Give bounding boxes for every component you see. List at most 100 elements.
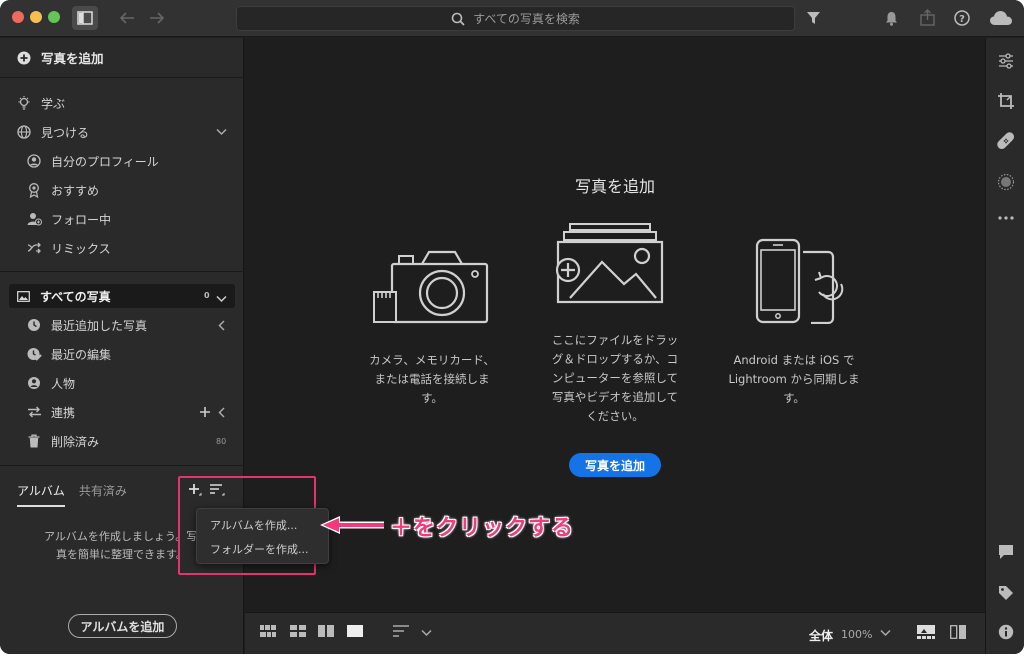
sidebar-item-connections[interactable]: 連携 (0, 400, 244, 424)
chevron-left-icon[interactable] (218, 407, 225, 421)
text-line: Lightroom から同期しま (728, 372, 860, 386)
connect-device-text: カメラ、メモリカード、 または電話を接続しま す。 (357, 351, 507, 408)
sidebar-item-recommended[interactable]: おすすめ (0, 178, 244, 202)
sidebar-item-all-photos[interactable]: すべての写真 0 (9, 284, 235, 308)
zoom-fit-label[interactable]: 全体 (809, 627, 833, 644)
drag-drop-text: ここにファイルをドラッ グ＆ドロップするか、コ ンピューターを参照して 写真やビ… (535, 331, 695, 426)
chevron-down-icon[interactable] (421, 629, 432, 637)
comment-icon[interactable] (996, 542, 1016, 562)
tab-album[interactable]: アルバム (17, 482, 65, 507)
zoom-value[interactable]: 100% (841, 628, 872, 641)
zoom-window-button[interactable] (48, 11, 60, 23)
tag-icon[interactable] (996, 583, 1016, 603)
text-line: ンピューターを参照して (551, 371, 679, 385)
add-photos-button[interactable]: 写真を追加 (569, 453, 661, 477)
info-icon[interactable] (996, 622, 1016, 642)
chevron-left-icon[interactable] (218, 320, 225, 334)
sidebar-item-label: リミックス (51, 241, 111, 256)
user-circle-icon (26, 153, 42, 169)
add-photo-button[interactable]: 写真を追加 (0, 38, 244, 78)
search-icon (451, 12, 465, 26)
sidebar-item-learn[interactable]: 学ぶ (0, 91, 244, 115)
sidebar-item-recent-edits[interactable]: 最近の編集 (0, 342, 244, 366)
right-toolbar (985, 38, 1024, 654)
svg-text:?: ? (959, 14, 965, 25)
search-input[interactable]: すべての写真を検索 (236, 6, 795, 31)
plus-icon[interactable] (199, 406, 211, 421)
add-photos-stack-icon (555, 223, 664, 304)
compare-view-icon[interactable] (950, 625, 966, 639)
annotation-text: ＋をクリックする (390, 516, 575, 541)
edit-clock-icon (26, 346, 42, 362)
text-line: グ＆ドロップするか、コ (551, 352, 679, 366)
plus-circle-icon (17, 51, 31, 64)
create-context-menu: アルバムを作成... フォルダーを作成... (196, 508, 329, 564)
deleted-count: 80 (216, 437, 227, 446)
chevron-down-icon[interactable] (880, 629, 891, 637)
globe-icon (16, 124, 32, 140)
annotation-arrow-icon (320, 516, 384, 534)
text-line: または電話を接続しま (374, 372, 490, 386)
forward-arrow-icon[interactable] (148, 9, 166, 27)
text-line: ください。 (586, 409, 644, 423)
sidebar-item-label: 連携 (51, 405, 76, 420)
add-photo-label: 写真を追加 (41, 51, 104, 66)
help-icon[interactable]: ? (953, 9, 971, 27)
more-icon[interactable] (996, 208, 1016, 228)
bottom-toolbar: 全体 100% (245, 612, 985, 654)
sidebar-toggle-icon[interactable] (72, 6, 98, 30)
sidebar-item-discover[interactable]: 見つける (0, 120, 244, 144)
sidebar-item-following[interactable]: フォロー中 (0, 207, 244, 231)
single-view-icon[interactable] (347, 625, 363, 637)
menu-item-create-album[interactable]: アルバムを作成... (210, 517, 297, 533)
search-placeholder: すべての写真を検索 (473, 12, 580, 26)
divider (0, 465, 244, 466)
sidebar-item-people[interactable]: 人物 (0, 371, 244, 395)
app-window: すべての写真を検索 ? 写真を追加 学ぶ 見つける 自分のプロフィール おすすめ… (0, 0, 1024, 654)
back-arrow-icon[interactable] (118, 9, 136, 27)
detail-view-icon[interactable] (318, 625, 334, 637)
sidebar-item-label: 学ぶ (41, 96, 66, 111)
sort-lines-icon[interactable] (393, 625, 409, 637)
clock-icon (26, 317, 42, 333)
masking-icon[interactable] (996, 172, 1016, 192)
divider (0, 271, 244, 272)
sidebar-item-label: 人物 (51, 376, 76, 391)
album-tabs: アルバム 共有済み (17, 482, 127, 507)
grid-small-icon[interactable] (260, 625, 276, 637)
phone-sync-icon (755, 238, 844, 324)
filmstrip-icon[interactable] (917, 625, 935, 639)
sidebar-item-label: 最近追加した写真 (51, 318, 148, 333)
sidebar-item-deleted[interactable]: 削除済み 80 (0, 429, 244, 453)
text-line: カメラ、メモリカード、 (369, 353, 495, 367)
close-window-button[interactable] (12, 11, 24, 23)
sidebar-item-label: すべての写真 (40, 289, 111, 304)
titlebar: すべての写真を検索 ? (0, 0, 1024, 37)
grid-square-icon[interactable] (290, 625, 306, 637)
sidebar-item-label: 見つける (41, 125, 90, 140)
sidebar-item-label: おすすめ (51, 183, 100, 198)
menu-item-create-folder[interactable]: フォルダーを作成... (210, 541, 309, 557)
crop-icon[interactable] (996, 91, 1016, 111)
share-icon[interactable] (918, 8, 936, 26)
minimize-window-button[interactable] (30, 11, 42, 23)
text-line: す。 (421, 391, 443, 405)
mobile-sync-text: Android または iOS で Lightroom から同期しま す。 (719, 351, 869, 408)
photo-icon (17, 290, 30, 302)
filter-icon[interactable] (805, 10, 821, 26)
remix-icon (26, 240, 42, 256)
chevron-down-icon[interactable] (216, 292, 227, 306)
text-line: 写真やビデオを追加して (551, 390, 679, 404)
sidebar-item-recently-added[interactable]: 最近追加した写真 (0, 313, 244, 337)
sidebar-item-remix[interactable]: リミックス (0, 236, 244, 260)
bell-icon[interactable] (883, 10, 899, 26)
add-album-button[interactable]: アルバムを追加 (68, 614, 177, 638)
healing-bandage-icon[interactable] (996, 131, 1016, 151)
sidebar-item-profile[interactable]: 自分のプロフィール (0, 149, 244, 173)
text-line: ここにファイルをドラッ (551, 333, 679, 347)
tab-shared[interactable]: 共有済み (79, 482, 127, 507)
chevron-down-icon[interactable] (216, 125, 227, 139)
cloud-icon[interactable] (988, 8, 1014, 28)
edit-sliders-icon[interactable] (996, 51, 1016, 71)
lightbulb-icon (16, 95, 32, 111)
